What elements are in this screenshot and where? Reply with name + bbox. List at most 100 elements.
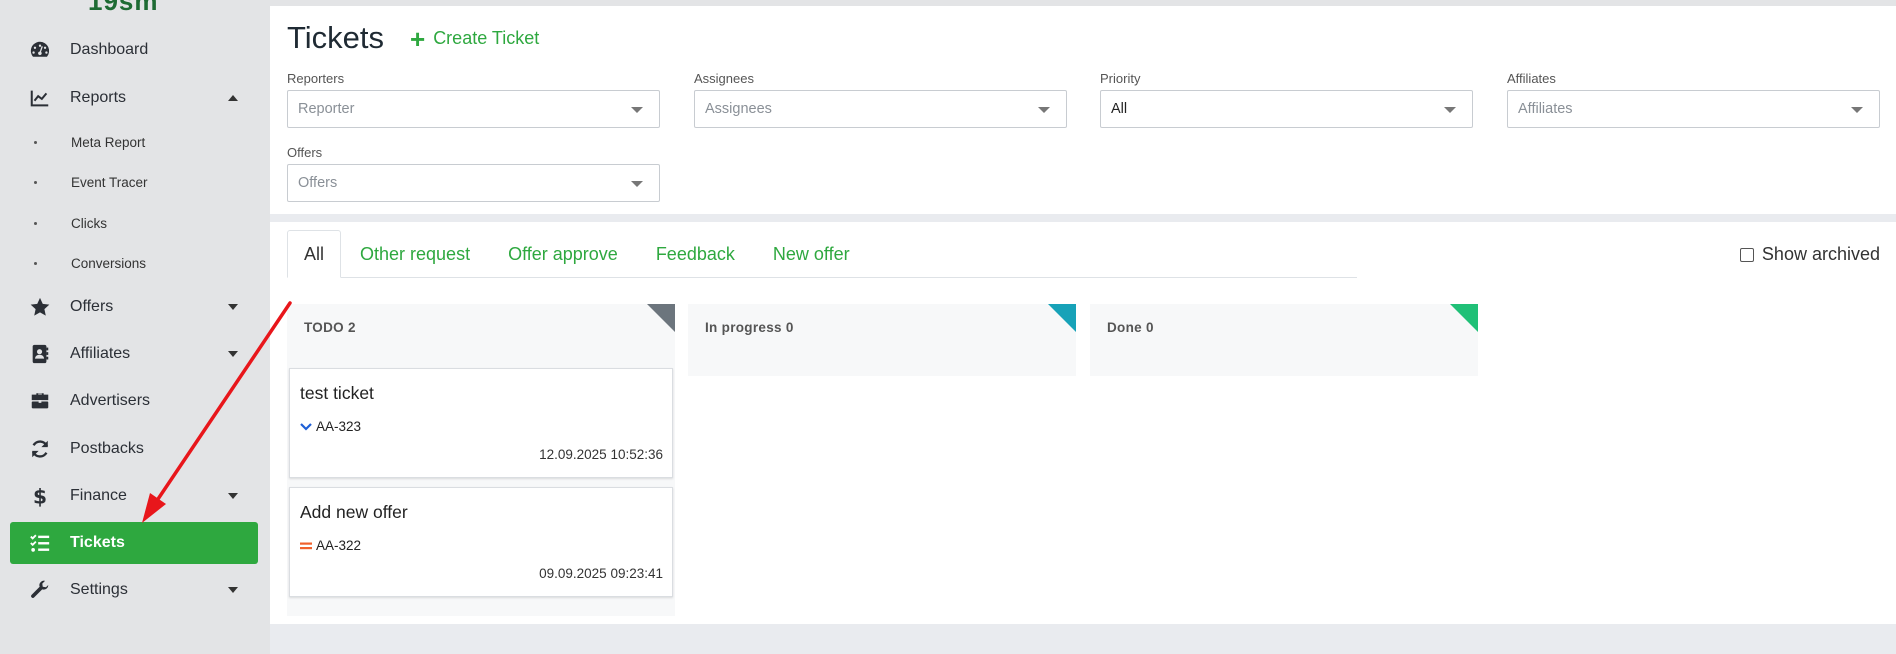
chevron-down-icon	[1038, 107, 1050, 113]
ticket-key: AA-323	[316, 419, 362, 434]
chart-line-icon	[10, 87, 70, 109]
sidebar-subitem-label: Meta Report	[71, 134, 146, 150]
column-title: Done 0	[1107, 320, 1154, 335]
reporters-placeholder: Reporter	[298, 101, 355, 117]
tab-other-request[interactable]: Other request	[341, 230, 489, 278]
priority-low-icon	[300, 422, 314, 432]
sidebar-subitem-meta-report[interactable]: Meta Report	[34, 130, 145, 154]
svg-text:$: $	[33, 485, 47, 507]
chevron-down-icon	[1444, 107, 1456, 113]
sidebar-item-settings[interactable]: Settings	[10, 569, 258, 611]
column-corner-marker	[1048, 304, 1076, 332]
reporters-select[interactable]: Reporter	[287, 90, 660, 128]
bullet	[34, 221, 37, 225]
sidebar-item-offers[interactable]: Offers	[10, 286, 258, 328]
ticket-key-row: AA-323	[300, 419, 361, 434]
column-corner-marker	[647, 304, 675, 332]
column-title: In progress 0	[705, 320, 794, 335]
create-ticket-button[interactable]: + Create Ticket	[410, 26, 540, 52]
sidebar-subitem-event-tracer[interactable]: Event Tracer	[34, 170, 148, 194]
ticket-date: 09.09.2025 09:23:41	[539, 566, 663, 581]
priority-value: All	[1111, 101, 1128, 117]
sidebar-item-dashboard[interactable]: Dashboard	[10, 29, 258, 71]
refresh-icon	[10, 438, 70, 460]
sidebar-item-label: Reports	[70, 89, 127, 106]
show-archived-checkbox[interactable]	[1739, 247, 1754, 262]
ticket-key: AA-322	[316, 538, 362, 553]
sidebar-item-label: Postbacks	[70, 440, 144, 457]
wrench-icon	[10, 579, 70, 601]
sidebar-item-label: Settings	[70, 581, 128, 598]
sidebar-item-label: Offers	[70, 298, 114, 315]
sidebar-subitem-label: Event Tracer	[71, 174, 148, 190]
sidebar-subitem-clicks[interactable]: Clicks	[34, 211, 107, 235]
ticket-card[interactable]: Add new offer AA-322 09.09.2025 09:23:41	[289, 487, 673, 597]
reporters-label: Reporters	[287, 71, 345, 86]
create-ticket-label: Create Ticket	[433, 28, 540, 48]
bottom-band	[270, 624, 1896, 654]
sidebar-item-advertisers[interactable]: Advertisers	[10, 380, 258, 422]
sidebar-item-tickets[interactable]: Tickets	[10, 522, 258, 564]
tab-new-offer[interactable]: New offer	[754, 230, 869, 278]
column-done: Done 0	[1090, 304, 1478, 376]
column-title: TODO 2	[304, 320, 356, 335]
affiliates-label: Affiliates	[1507, 71, 1556, 86]
assignees-label: Assignees	[694, 71, 754, 86]
sidebar-subitem-label: Clicks	[71, 215, 107, 231]
caret-down-icon	[228, 587, 238, 593]
sidebar-item-label: Advertisers	[70, 392, 151, 409]
assignees-placeholder: Assignees	[705, 101, 772, 117]
ticket-date: 12.09.2025 10:52:36	[539, 447, 663, 462]
chevron-down-icon	[631, 107, 643, 113]
caret-down-icon	[228, 351, 238, 357]
tab-offer-approve[interactable]: Offer approve	[489, 230, 637, 278]
tabs-divider	[287, 277, 1357, 278]
ticket-card[interactable]: test ticket AA-323 12.09.2025 10:52:36	[289, 368, 673, 478]
bullet	[34, 140, 37, 144]
star-icon	[10, 296, 70, 318]
sidebar-item-postbacks[interactable]: Postbacks	[10, 428, 258, 470]
filters-panel: Tickets + Create Ticket Reporters Report…	[270, 6, 1896, 214]
sidebar-item-label: Finance	[70, 487, 127, 504]
ticket-title: test ticket	[300, 383, 374, 403]
priority-medium-icon	[300, 541, 314, 551]
address-book-icon	[10, 343, 70, 365]
offers-label: Offers	[287, 145, 323, 160]
caret-down-icon	[228, 304, 238, 310]
priority-label: Priority	[1100, 71, 1141, 86]
assignees-select[interactable]: Assignees	[694, 90, 1067, 128]
ticket-type-tabs: All Other request Offer approve Feedback…	[287, 230, 869, 278]
affiliates-select[interactable]: Affiliates	[1507, 90, 1880, 128]
sidebar: 19sm Dashboard Reports Meta Report Event…	[0, 0, 270, 654]
sidebar-item-label: Tickets	[70, 534, 125, 551]
sidebar-item-affiliates[interactable]: Affiliates	[10, 333, 258, 375]
tab-feedback[interactable]: Feedback	[637, 230, 754, 278]
column-todo: TODO 2 test ticket AA-323 12.09.2025 10:…	[287, 304, 675, 616]
affiliates-placeholder: Affiliates	[1518, 101, 1573, 117]
sidebar-item-label: Dashboard	[70, 41, 149, 58]
tab-all[interactable]: All	[287, 230, 342, 278]
briefcase-icon	[10, 390, 70, 412]
show-archived-toggle[interactable]: Show archived	[1739, 244, 1880, 265]
sidebar-item-finance[interactable]: $ Finance	[10, 475, 258, 517]
logo: 19sm	[88, 0, 159, 16]
dollar-icon: $	[10, 485, 70, 507]
dashboard-icon	[10, 39, 70, 61]
page-title: Tickets	[287, 20, 385, 55]
chevron-down-icon	[631, 181, 643, 187]
column-in-progress: In progress 0	[688, 304, 1076, 376]
kanban-board: All Other request Offer approve Feedback…	[270, 222, 1896, 624]
caret-up-icon	[228, 95, 238, 101]
sidebar-item-reports[interactable]: Reports	[10, 77, 258, 119]
bullet	[34, 261, 37, 265]
sidebar-subitem-label: Conversions	[71, 255, 147, 271]
column-corner-marker	[1450, 304, 1478, 332]
offers-select[interactable]: Offers	[287, 164, 660, 202]
show-archived-label: Show archived	[1761, 244, 1880, 264]
sidebar-subitem-conversions[interactable]: Conversions	[34, 251, 146, 275]
caret-down-icon	[228, 493, 238, 499]
priority-select[interactable]: All	[1100, 90, 1473, 128]
bullet	[34, 180, 37, 184]
offers-placeholder: Offers	[298, 175, 338, 191]
ticket-title: Add new offer	[300, 502, 408, 522]
